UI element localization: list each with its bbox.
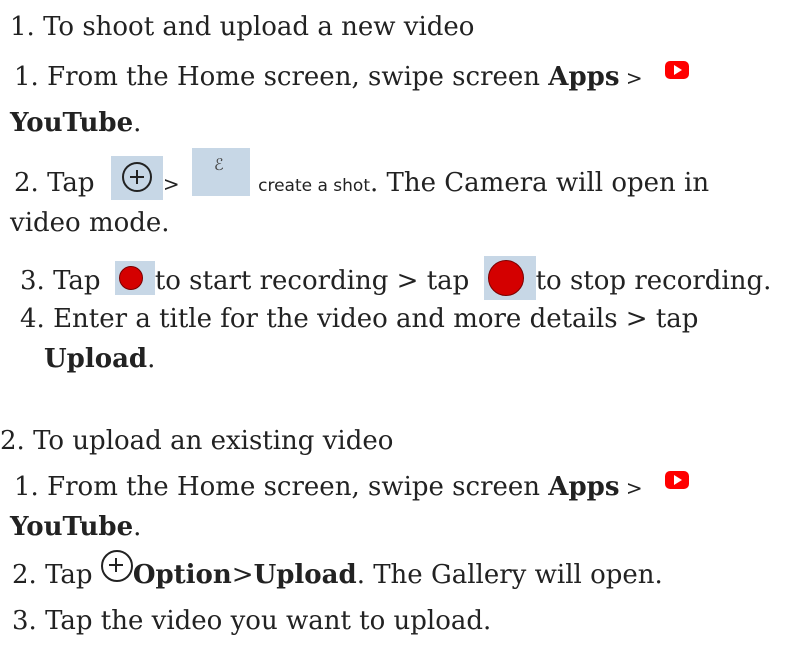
- youtube-icon: [664, 471, 689, 489]
- section2-step3: 3. Tap the video you want to upload.: [12, 606, 492, 636]
- section1-step1: 1. From the Home screen, swipe screen Ap…: [14, 61, 689, 93]
- plus-circle-icon: [100, 550, 133, 582]
- youtube-icon: [664, 61, 689, 79]
- section1-step4: 4. Enter a title for the video and more …: [20, 304, 699, 334]
- section1-step4-cont: Upload.: [44, 344, 156, 374]
- section1-step2-cont: video mode.: [10, 208, 170, 238]
- section1-step3: 3. Tap to start recording > tap to stop …: [20, 256, 771, 304]
- section2-step1-cont: YouTube.: [10, 512, 142, 542]
- section2-step1: 1. From the Home screen, swipe screen Ap…: [14, 471, 689, 503]
- svg-text:ℰ: ℰ: [214, 155, 224, 174]
- record-icon: [114, 261, 155, 295]
- plus-circle-icon: [110, 156, 163, 200]
- record-icon: [483, 256, 536, 300]
- section1-step1-cont: YouTube.: [10, 108, 142, 138]
- shorts-icon: ℰ: [191, 148, 250, 196]
- section2-step2: 2. Tap Option>Upload. The Gallery will o…: [12, 550, 663, 592]
- section1-heading: 1. To shoot and upload a new video: [10, 12, 475, 42]
- section1-step2: 2. Tap > ℰ create a shot. The Camera wil…: [14, 148, 709, 208]
- section2-heading: 2. To upload an existing video: [0, 426, 394, 456]
